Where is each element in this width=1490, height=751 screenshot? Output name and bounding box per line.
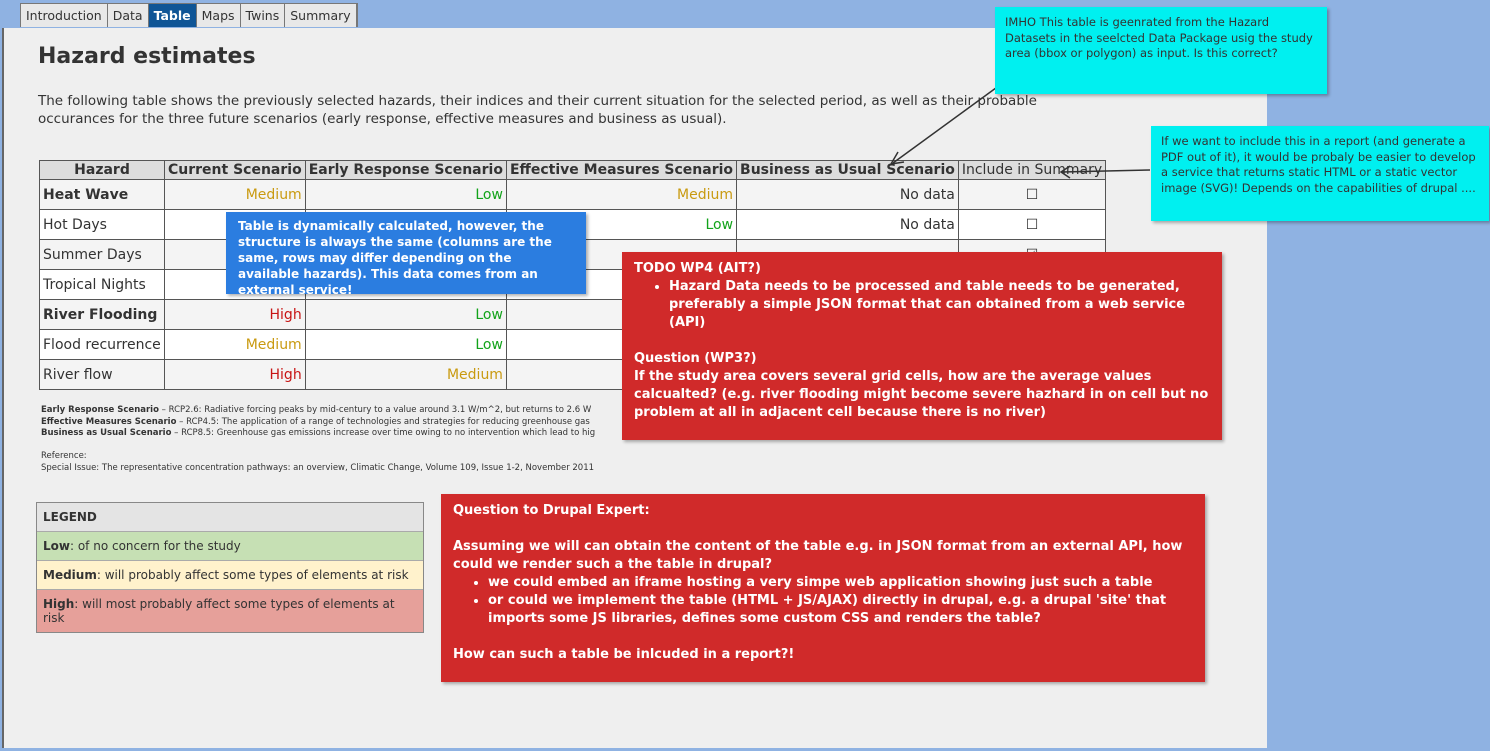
arrow-line (892, 84, 1001, 164)
drupal-item: we could embed an iframe hosting a very … (488, 574, 1193, 592)
note-todo: TODO WP4 (AIT?) Hazard Data needs to be … (622, 252, 1222, 440)
question-title: Question (WP3?) (634, 351, 757, 366)
todo-item: Hazard Data needs to be processed and ta… (669, 278, 1210, 332)
note-data-source: IMHO This table is geenrated from the Ha… (995, 7, 1327, 94)
note-report: If we want to include this in a report (… (1151, 126, 1489, 221)
drupal-item: or could we implement the table (HTML + … (488, 592, 1193, 628)
drupal-text: Assuming we will can obtain the content … (453, 539, 1183, 572)
note-dynamic-table: Table is dynamically calculated, however… (226, 212, 586, 297)
arrow-line (1061, 169, 1151, 173)
drupal-end: How can such a table be inlcuded in a re… (453, 647, 795, 662)
todo-title: TODO WP4 (AIT?) (634, 261, 761, 276)
note-drupal: Question to Drupal Expert: Assuming we w… (441, 494, 1205, 682)
question-text: If the study area covers several grid ce… (634, 369, 1209, 420)
drupal-title: Question to Drupal Expert: (453, 503, 650, 518)
